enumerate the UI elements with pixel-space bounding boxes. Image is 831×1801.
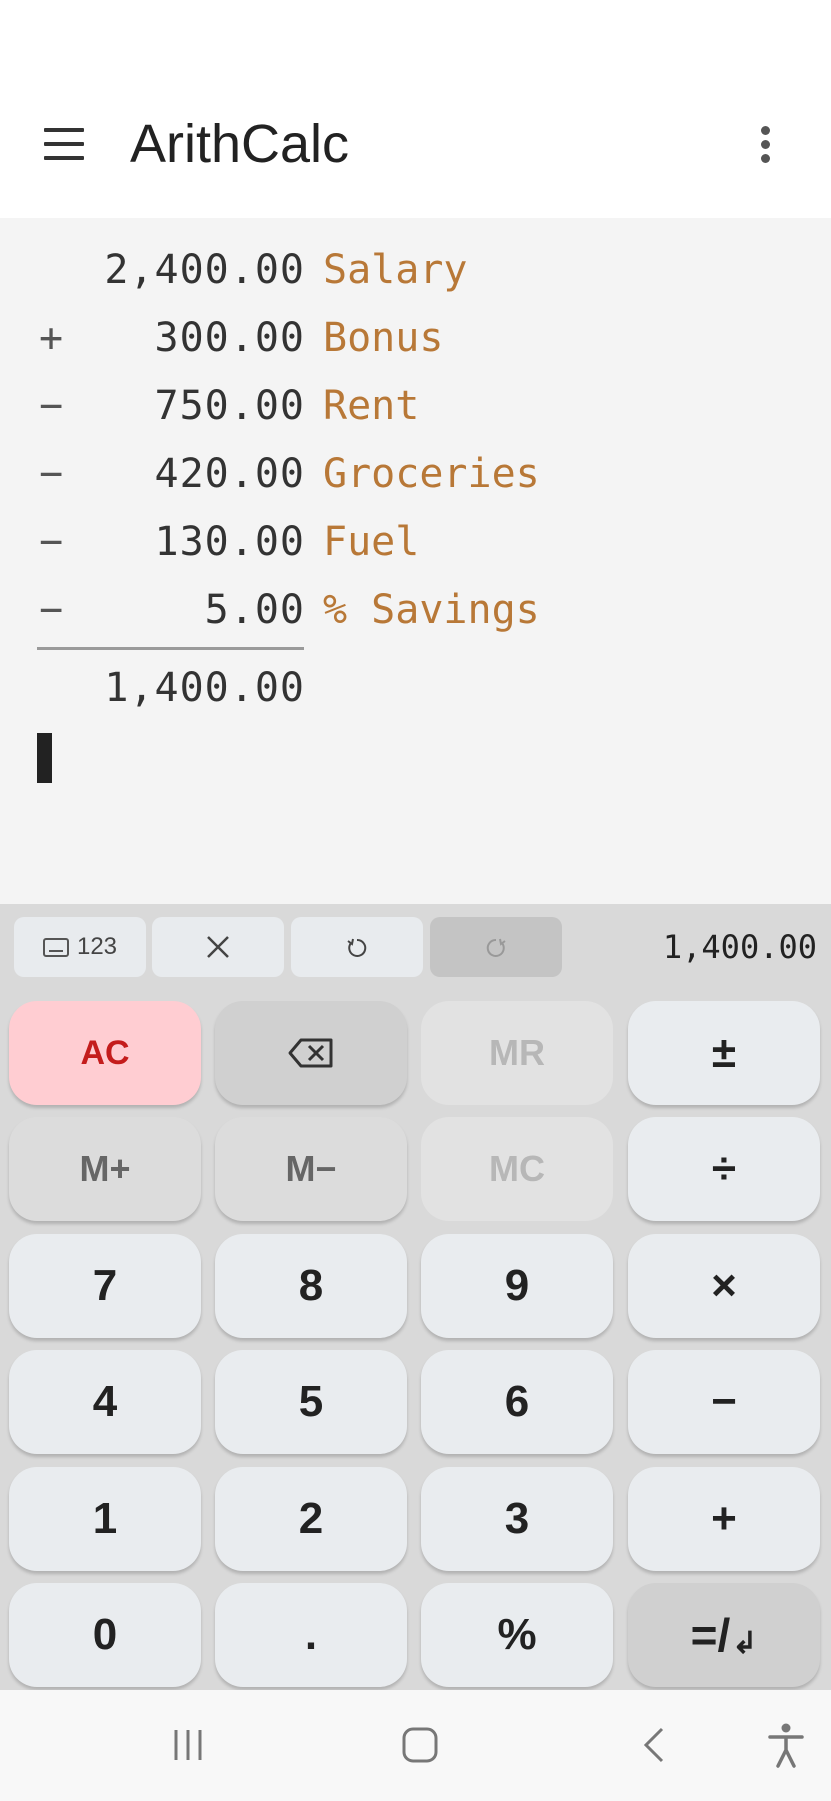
divide-button[interactable]: ÷: [628, 1117, 820, 1221]
keyboard-toggle-label: 123: [76, 933, 118, 960]
undo-button[interactable]: [291, 917, 423, 977]
memory-recall-button[interactable]: MR: [421, 1001, 613, 1105]
home-icon[interactable]: [380, 1715, 460, 1775]
clear-line-button[interactable]: [152, 917, 284, 977]
digit-8-button[interactable]: 8: [215, 1234, 407, 1338]
tape-line: 2,400.00 Salary: [0, 240, 831, 300]
input-cursor: [37, 733, 52, 783]
tape-note: Bonus: [323, 315, 444, 361]
keyboard-icon: [42, 937, 69, 957]
app-title: ArithCalc: [130, 114, 350, 174]
tape-note: Rent: [323, 383, 420, 429]
tape-operator: +: [38, 315, 64, 361]
tape-note: Groceries: [323, 451, 540, 497]
backspace-button[interactable]: [215, 1001, 407, 1105]
tape-total: 1,400.00: [104, 665, 305, 711]
all-clear-button[interactable]: AC: [9, 1001, 201, 1105]
plus-minus-button[interactable]: ±: [628, 1001, 820, 1105]
add-button[interactable]: +: [628, 1467, 820, 1571]
tape-line: + 300.00 Bonus: [0, 308, 831, 368]
tape-value: 420.00: [154, 451, 305, 497]
accessibility-icon[interactable]: [746, 1715, 826, 1775]
tape-value: 750.00: [154, 383, 305, 429]
keyboard-toggle-button[interactable]: 123: [14, 917, 146, 977]
system-nav-bar: [0, 1690, 831, 1801]
tape-value: 2,400.00: [104, 247, 305, 293]
app-bar: ArithCalc: [0, 0, 831, 218]
close-icon: [207, 936, 229, 958]
tape-operator: −: [38, 587, 64, 633]
recents-icon[interactable]: [148, 1715, 228, 1775]
redo-icon: [486, 938, 506, 957]
subtract-button[interactable]: −: [628, 1350, 820, 1454]
multiply-button[interactable]: ×: [628, 1234, 820, 1338]
digit-2-button[interactable]: 2: [215, 1467, 407, 1571]
undo-icon: [347, 938, 367, 957]
tape-total-line: 1,400.00: [0, 658, 831, 718]
digit-7-button[interactable]: 7: [9, 1234, 201, 1338]
digit-6-button[interactable]: 6: [421, 1350, 613, 1454]
enter-icon: ↲: [732, 1626, 758, 1660]
tape-line: − 420.00 Groceries: [0, 444, 831, 504]
memory-subtract-button[interactable]: M−: [215, 1117, 407, 1221]
memory-clear-button[interactable]: MC: [421, 1117, 613, 1221]
tape-note: Salary: [323, 247, 468, 293]
digit-3-button[interactable]: 3: [421, 1467, 613, 1571]
tape-line: − 130.00 Fuel: [0, 512, 831, 572]
digit-4-button[interactable]: 4: [9, 1350, 201, 1454]
equals-enter-button[interactable]: =/↲: [628, 1583, 820, 1687]
percent-button[interactable]: %: [421, 1583, 613, 1687]
sum-divider: [37, 647, 304, 650]
equals-label: =/: [690, 1609, 731, 1661]
menu-icon[interactable]: [40, 124, 90, 164]
tape-line: − 5.00 % Savings: [0, 580, 831, 640]
back-icon[interactable]: [614, 1715, 694, 1775]
memory-add-button[interactable]: M+: [9, 1117, 201, 1221]
tape-operator: −: [38, 383, 64, 429]
tape-value: 300.00: [154, 315, 305, 361]
tape-operator: −: [38, 519, 64, 565]
tape-note: % Savings: [323, 587, 540, 633]
result-display: 1,400.00: [662, 928, 817, 966]
digit-5-button[interactable]: 5: [215, 1350, 407, 1454]
tape-value: 5.00: [204, 587, 305, 633]
tape-value: 130.00: [154, 519, 305, 565]
decimal-button[interactable]: .: [215, 1583, 407, 1687]
backspace-icon: [288, 1038, 333, 1068]
tape-operator: −: [38, 451, 64, 497]
digit-1-button[interactable]: 1: [9, 1467, 201, 1571]
redo-button[interactable]: [430, 917, 562, 977]
keypad: 123 1,400.00 AC MR ± M+ M− MC ÷ 7 8 9 × …: [0, 904, 831, 1690]
digit-0-button[interactable]: 0: [9, 1583, 201, 1687]
tape-note: Fuel: [323, 519, 420, 565]
more-vert-icon[interactable]: [750, 120, 780, 168]
digit-9-button[interactable]: 9: [421, 1234, 613, 1338]
tape-line: − 750.00 Rent: [0, 376, 831, 436]
tape-area[interactable]: 2,400.00 Salary + 300.00 Bonus − 750.00 …: [0, 218, 831, 904]
